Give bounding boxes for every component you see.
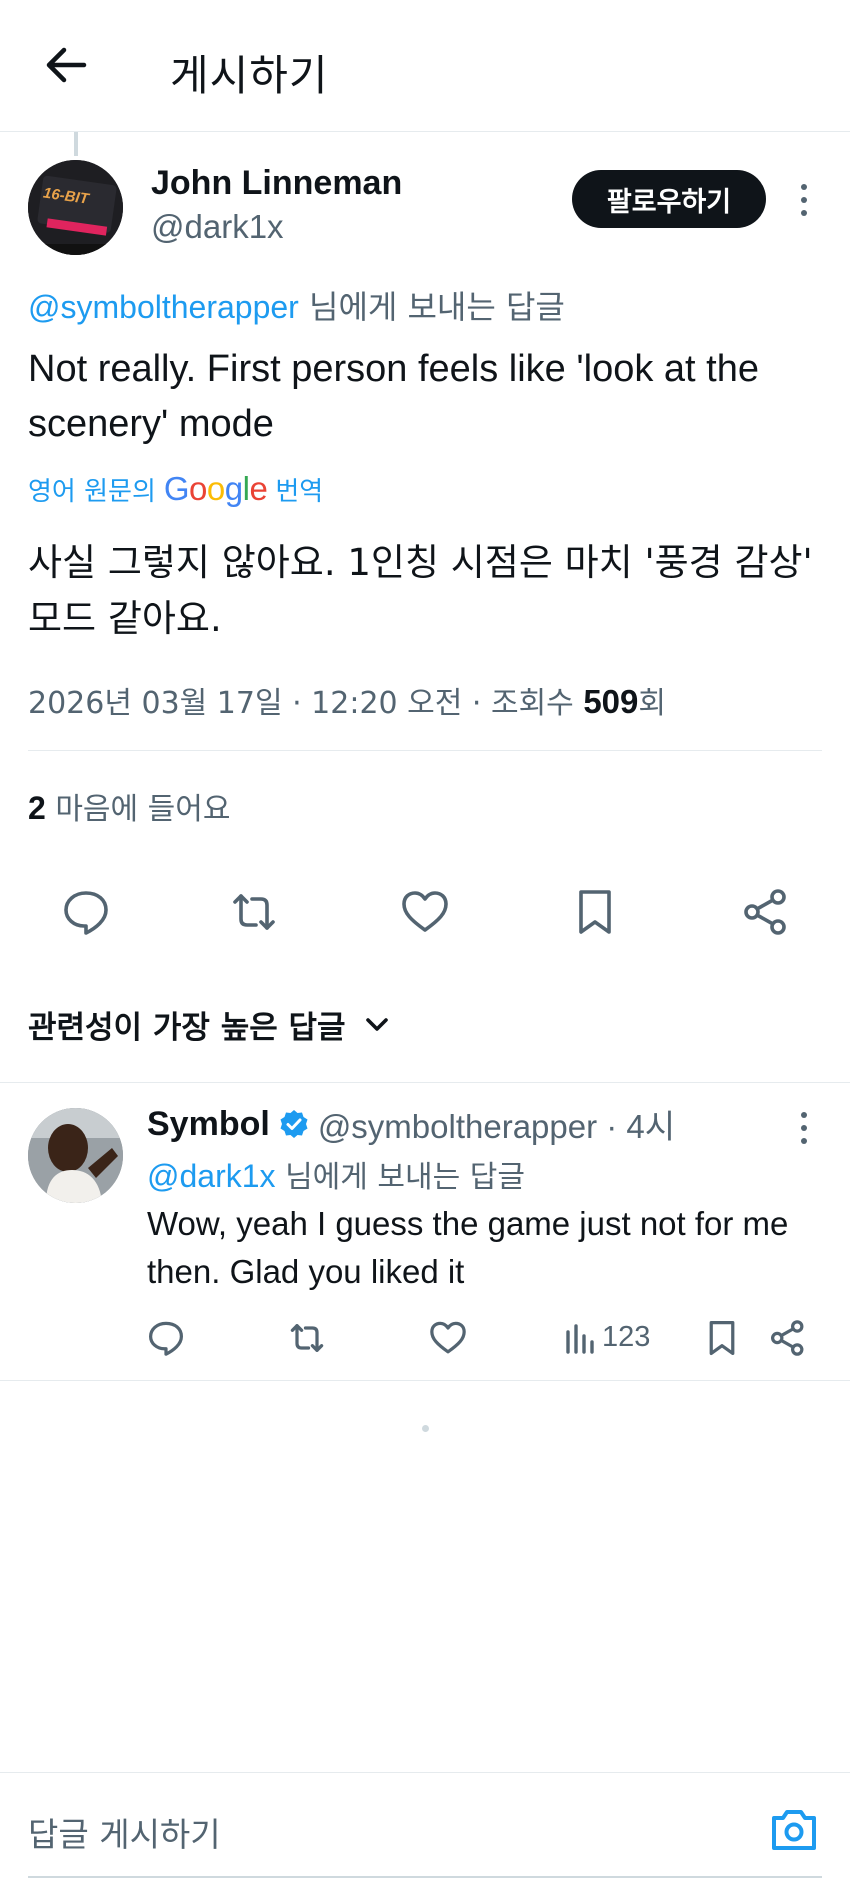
reply-replying-to: @dark1x 님에게 보내는 답글	[147, 1152, 525, 1196]
reply-bookmark-icon[interactable]	[702, 1318, 742, 1358]
chevron-down-icon	[365, 1017, 388, 1031]
divider	[0, 1082, 850, 1083]
more-options-icon[interactable]	[792, 180, 816, 220]
translation-source[interactable]: 영어 원문의 Google 번역	[28, 470, 323, 508]
view-count: 509	[583, 683, 639, 720]
reply-replying-to-suffix: 님에게 보내는 답글	[275, 1160, 525, 1195]
tweet-meta: 2026년 03월 17일 · 12:20 오전 · 조회수 509회	[28, 678, 666, 722]
tweet-text: Not really. First person feels like 'loo…	[28, 348, 759, 445]
reply-view-count: 123	[602, 1321, 651, 1353]
arrow-left-icon	[46, 47, 87, 83]
app-header: 게시하기	[0, 0, 850, 132]
mention-link[interactable]: @symboltherapper	[28, 289, 299, 325]
divider	[28, 750, 822, 751]
translate-suffix: 번역	[275, 476, 324, 507]
bookmark-icon[interactable]	[569, 886, 621, 938]
reply-author-name[interactable]: Symbol	[147, 1105, 270, 1144]
retweet-icon[interactable]	[228, 886, 280, 938]
likes-count: 2	[28, 790, 46, 826]
translated-text: 사실 그렇지 않아요. 1인칭 시점은 마치 '풍경 감상' 모드 같아요.	[28, 541, 813, 640]
translate-prefix: 영어 원문의	[28, 476, 156, 507]
divider	[0, 1380, 850, 1381]
reply-share-icon[interactable]	[768, 1318, 808, 1358]
loading-indicator	[422, 1425, 429, 1432]
likes-summary[interactable]: 2 마음에 들어요	[28, 784, 230, 828]
reply-mention-link[interactable]: @dark1x	[147, 1158, 276, 1194]
reply-heart-icon[interactable]	[428, 1318, 468, 1358]
reply-header: Symbol @symboltherapper · 4시	[147, 1100, 675, 1148]
thread-connector-line	[74, 132, 78, 156]
reply-retweet-icon[interactable]	[287, 1318, 327, 1358]
back-button[interactable]	[40, 40, 90, 90]
reply-icon[interactable]	[60, 886, 112, 938]
analytics-icon[interactable]	[560, 1318, 600, 1358]
view-suffix: 회	[638, 686, 666, 721]
follow-button[interactable]: 팔로우하기	[572, 170, 766, 228]
reply-author-handle[interactable]: @symboltherapper · 4시	[318, 1100, 675, 1148]
page-title: 게시하기	[170, 51, 329, 100]
timestamp: 2026년 03월 17일 · 12:20 오전 · 조회수	[28, 686, 584, 721]
compose-underline	[28, 1876, 822, 1878]
reply-text: Wow, yeah I guess the game just not for …	[147, 1205, 789, 1290]
reply-avatar[interactable]	[28, 1108, 123, 1203]
reply-more-options-icon[interactable]	[792, 1108, 816, 1148]
person-photo-icon	[28, 1108, 123, 1203]
heart-icon[interactable]	[399, 886, 451, 938]
share-icon[interactable]	[740, 886, 792, 938]
reply-compose-input[interactable]: 답글 게시하기	[28, 1808, 221, 1856]
replying-to: @symboltherapper 님에게 보내는 답글	[28, 282, 565, 328]
google-logo: Google	[163, 470, 268, 507]
author-handle[interactable]: @dark1x	[151, 208, 284, 246]
reply-reply-icon[interactable]	[146, 1318, 186, 1358]
cartridge-icon: 16-BIT	[28, 160, 123, 255]
camera-icon[interactable]	[768, 1806, 820, 1854]
verified-badge-icon	[280, 1110, 308, 1138]
avatar[interactable]: 16-BIT	[28, 160, 123, 255]
sort-label: 관련성이 가장 높은 답글	[28, 1010, 346, 1046]
reply-sort-selector[interactable]: 관련성이 가장 높은 답글	[28, 1002, 392, 1047]
author-name[interactable]: John Linneman	[151, 164, 402, 203]
replying-to-suffix: 님에게 보내는 답글	[298, 288, 565, 326]
likes-label: 마음에 들어요	[45, 792, 231, 827]
